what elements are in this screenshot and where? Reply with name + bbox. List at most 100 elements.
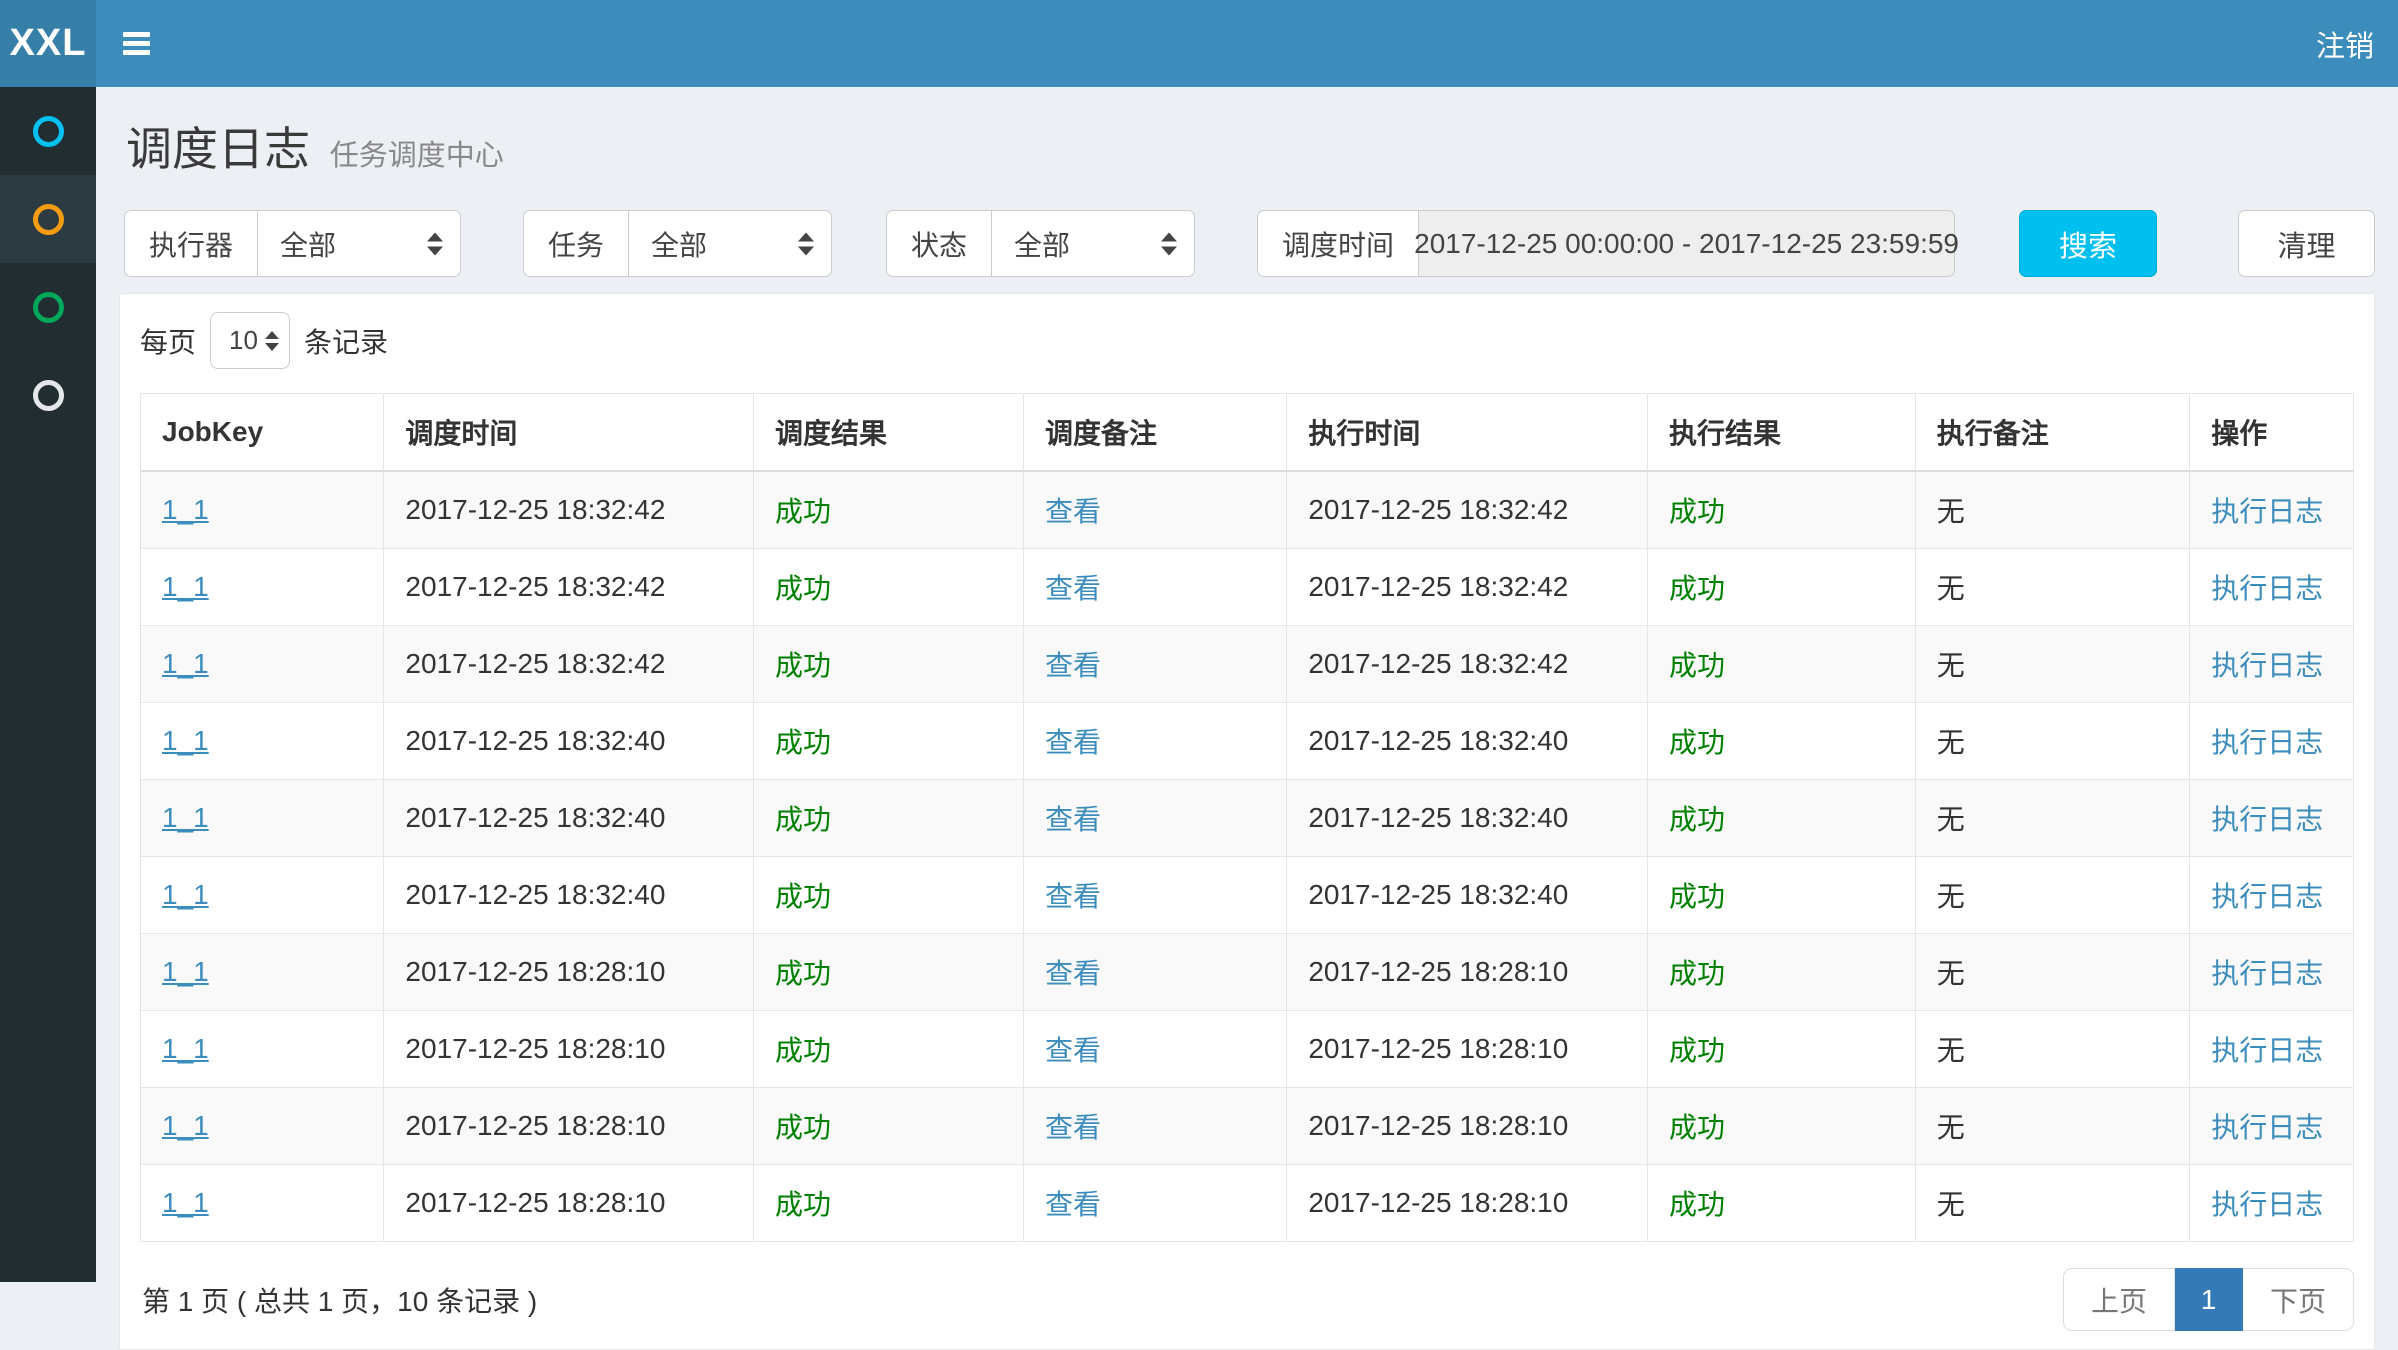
jobkey-link[interactable]: 1_1	[162, 1110, 209, 1141]
log-list-box: 每页 10 条记录 JobKey 调度时间 调度结果 调度备注 执行时间 执行结…	[119, 293, 2375, 1350]
trigger-time-cell: 2017-12-25 18:32:40	[384, 703, 754, 780]
exec-log-link[interactable]: 执行日志	[2211, 1035, 2323, 1066]
logout-button[interactable]: 注销	[2316, 0, 2374, 87]
trigger-msg-link[interactable]: 查看	[1045, 958, 1101, 989]
handle-result-cell: 成功	[1648, 549, 1916, 626]
jobkey-link[interactable]: 1_1	[162, 956, 209, 987]
handle-result-cell: 成功	[1648, 857, 1916, 934]
sidebar-item-help[interactable]	[0, 351, 96, 439]
trigger-time-cell: 2017-12-25 18:28:10	[384, 1088, 754, 1165]
status-filter-label: 状态	[886, 210, 991, 277]
trigger-time-range-input[interactable]: 2017-12-25 00:00:00 - 2017-12-25 23:59:5…	[1418, 210, 1955, 277]
table-row: 1_1 2017-12-25 18:32:42 成功 查看 2017-12-25…	[141, 471, 2354, 549]
trigger-msg-link[interactable]: 查看	[1045, 650, 1101, 681]
trigger-result-cell: 成功	[753, 549, 1023, 626]
page-header: 调度日志 任务调度中心	[119, 87, 2375, 179]
executor-filter-group: 执行器 全部	[124, 210, 461, 277]
page-size-suffix: 条记录	[304, 321, 388, 361]
trigger-result-cell: 成功	[753, 1165, 1023, 1242]
handle-result-cell: 成功	[1648, 471, 1916, 549]
trigger-msg-link[interactable]: 查看	[1045, 1189, 1101, 1220]
jobkey-link[interactable]: 1_1	[162, 494, 209, 525]
handle-result-cell: 成功	[1648, 1165, 1916, 1242]
trigger-msg-link[interactable]: 查看	[1045, 1112, 1101, 1143]
exec-log-link[interactable]: 执行日志	[2211, 804, 2323, 835]
hamburger-icon	[123, 28, 150, 59]
jobkey-link[interactable]: 1_1	[162, 802, 209, 833]
page-size-prefix: 每页	[140, 321, 196, 361]
trigger-result-cell: 成功	[753, 934, 1023, 1011]
jobkey-link[interactable]: 1_1	[162, 879, 209, 910]
handle-time-cell: 2017-12-25 18:28:10	[1287, 1088, 1648, 1165]
handle-result-cell: 成功	[1648, 780, 1916, 857]
circle-icon	[33, 204, 64, 235]
sidebar-item-joblog[interactable]	[0, 175, 96, 263]
trigger-msg-link[interactable]: 查看	[1045, 496, 1101, 527]
col-header-trigger-result: 调度结果	[753, 394, 1023, 472]
pagination-prev-button[interactable]: 上页	[2063, 1268, 2175, 1331]
search-button[interactable]: 搜索	[2019, 210, 2157, 277]
sidebar-toggle-button[interactable]	[96, 0, 176, 87]
exec-log-link[interactable]: 执行日志	[2211, 496, 2323, 527]
trigger-result-cell: 成功	[753, 703, 1023, 780]
exec-log-link[interactable]: 执行日志	[2211, 573, 2323, 604]
handle-msg-cell: 无	[1915, 857, 2189, 934]
trigger-msg-link[interactable]: 查看	[1045, 1035, 1101, 1066]
circle-icon	[33, 292, 64, 323]
pagination: 上页 1 下页	[2063, 1268, 2354, 1331]
handle-time-cell: 2017-12-25 18:28:10	[1287, 934, 1648, 1011]
exec-log-link[interactable]: 执行日志	[2211, 1189, 2323, 1220]
jobkey-link[interactable]: 1_1	[162, 1187, 209, 1218]
handle-time-cell: 2017-12-25 18:32:42	[1287, 549, 1648, 626]
table-row: 1_1 2017-12-25 18:28:10 成功 查看 2017-12-25…	[141, 1088, 2354, 1165]
handle-result-cell: 成功	[1648, 934, 1916, 1011]
handle-time-cell: 2017-12-25 18:32:42	[1287, 471, 1648, 549]
page-size-select[interactable]: 10	[210, 312, 290, 369]
trigger-time-filter-label: 调度时间	[1257, 210, 1418, 277]
trigger-msg-link[interactable]: 查看	[1045, 727, 1101, 758]
handle-msg-cell: 无	[1915, 626, 2189, 703]
trigger-msg-link[interactable]: 查看	[1045, 804, 1101, 835]
sidebar-menu	[0, 87, 96, 1282]
executor-filter-select[interactable]: 全部	[257, 210, 461, 277]
trigger-msg-link[interactable]: 查看	[1045, 573, 1101, 604]
exec-log-link[interactable]: 执行日志	[2211, 958, 2323, 989]
status-selected-value: 全部	[1014, 224, 1070, 264]
select-arrows-icon	[798, 232, 814, 255]
jobkey-link[interactable]: 1_1	[162, 648, 209, 679]
status-filter-select[interactable]: 全部	[991, 210, 1195, 277]
trigger-result-cell: 成功	[753, 471, 1023, 549]
handle-msg-cell: 无	[1915, 934, 2189, 1011]
job-filter-select[interactable]: 全部	[628, 210, 832, 277]
handle-result-cell: 成功	[1648, 703, 1916, 780]
exec-log-link[interactable]: 执行日志	[2211, 881, 2323, 912]
col-header-handle-result: 执行结果	[1648, 394, 1916, 472]
trigger-msg-link[interactable]: 查看	[1045, 881, 1101, 912]
handle-msg-cell: 无	[1915, 1011, 2189, 1088]
page-size-control: 每页 10 条记录	[140, 312, 2354, 369]
pagination-next-button[interactable]: 下页	[2243, 1268, 2354, 1331]
trigger-time-cell: 2017-12-25 18:32:42	[384, 549, 754, 626]
table-header-row: JobKey 调度时间 调度结果 调度备注 执行时间 执行结果 执行备注 操作	[141, 394, 2354, 472]
table-row: 1_1 2017-12-25 18:28:10 成功 查看 2017-12-25…	[141, 934, 2354, 1011]
handle-msg-cell: 无	[1915, 780, 2189, 857]
col-header-handle-time: 执行时间	[1287, 394, 1648, 472]
sidebar-item-jobinfo[interactable]	[0, 263, 96, 351]
jobkey-link[interactable]: 1_1	[162, 571, 209, 602]
app-logo[interactable]: XXL	[0, 0, 96, 87]
pagination-info: 第 1 页 ( 总共 1 页，10 条记录 )	[140, 1280, 537, 1320]
exec-log-link[interactable]: 执行日志	[2211, 727, 2323, 758]
jobkey-link[interactable]: 1_1	[162, 1033, 209, 1064]
jobkey-link[interactable]: 1_1	[162, 725, 209, 756]
table-row: 1_1 2017-12-25 18:32:40 成功 查看 2017-12-25…	[141, 703, 2354, 780]
exec-log-link[interactable]: 执行日志	[2211, 1112, 2323, 1143]
handle-msg-cell: 无	[1915, 1165, 2189, 1242]
handle-time-cell: 2017-12-25 18:32:40	[1287, 857, 1648, 934]
clear-button[interactable]: 清理	[2238, 210, 2375, 277]
sidebar-item-report[interactable]	[0, 87, 96, 175]
handle-result-cell: 成功	[1648, 1088, 1916, 1165]
pagination-page-1-button[interactable]: 1	[2175, 1268, 2243, 1331]
exec-log-link[interactable]: 执行日志	[2211, 650, 2323, 681]
col-header-handle-msg: 执行备注	[1915, 394, 2189, 472]
trigger-result-cell: 成功	[753, 780, 1023, 857]
